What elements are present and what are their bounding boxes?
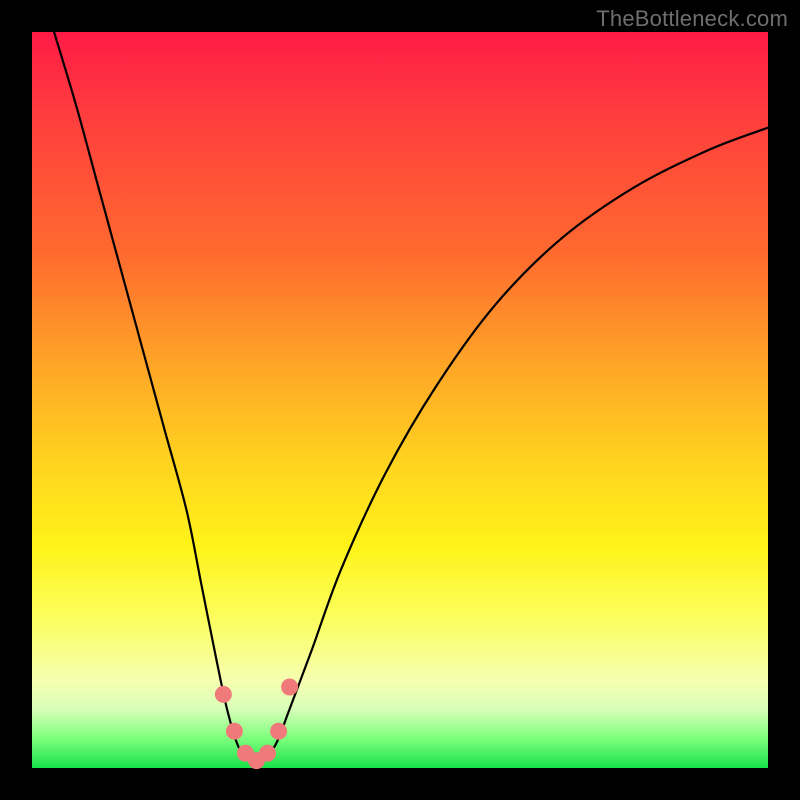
curve-svg xyxy=(32,32,768,768)
plot-area xyxy=(32,32,768,768)
marker-dot xyxy=(259,745,276,762)
bottleneck-curve xyxy=(54,32,768,762)
watermark-text: TheBottleneck.com xyxy=(596,6,788,32)
marker-dot xyxy=(215,686,232,703)
marker-dot xyxy=(270,723,287,740)
marker-dot xyxy=(281,679,298,696)
marker-dot xyxy=(226,723,243,740)
bottleneck-floor-markers xyxy=(215,679,298,770)
chart-frame: TheBottleneck.com xyxy=(0,0,800,800)
